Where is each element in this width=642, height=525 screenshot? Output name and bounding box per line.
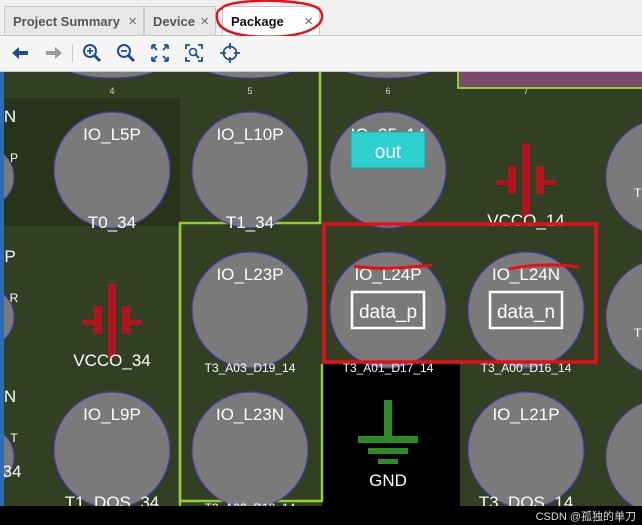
pin-function: T0_34 [88, 213, 136, 232]
package-canvas[interactable]: 4567NPPRNT34T3T3IO_L5PT0_34IO_L10PT1_34I… [4, 72, 642, 506]
left-edge-label: P [10, 151, 18, 165]
toolbar [0, 36, 642, 72]
vcco-symbol [544, 180, 556, 185]
vcco-symbol [94, 306, 102, 334]
vcco-symbol [108, 284, 116, 358]
tab-bar: Project Summary × Device × Package × [0, 0, 642, 39]
left-edge-label: P [4, 247, 15, 266]
port-label: data_p [359, 302, 417, 323]
vcco-symbol [82, 320, 94, 325]
zoom-out-icon[interactable] [114, 41, 138, 65]
column-label: 4 [109, 86, 114, 96]
vcco-symbol [522, 144, 530, 218]
pin-name: IO_L24N [492, 265, 560, 284]
toolbar-separator [72, 44, 73, 62]
tab-label: Device [153, 14, 195, 29]
forward-arrow-icon[interactable] [42, 41, 66, 65]
close-icon[interactable]: × [128, 13, 137, 30]
package-view[interactable]: 4567NPPRNT34T3T3IO_L5PT0_34IO_L10PT1_34I… [4, 72, 642, 506]
column-label: 5 [247, 86, 252, 96]
tab-label: Project Summary [13, 14, 120, 29]
gnd-symbol [378, 459, 398, 464]
tab-project-summary[interactable]: Project Summary × [4, 6, 144, 35]
pin-name: IO_L10P [216, 125, 283, 144]
pin-function: GND [369, 471, 407, 490]
port-label: out [375, 142, 402, 163]
vcco-symbol [508, 166, 516, 194]
close-icon[interactable]: × [200, 13, 209, 30]
gnd-symbol [358, 436, 418, 443]
crosshair-icon[interactable] [218, 41, 242, 65]
zoom-in-icon[interactable] [80, 41, 104, 65]
purple-block [457, 72, 642, 89]
pin-name: IO_L23P [216, 265, 283, 284]
left-edge-label: T [10, 431, 18, 445]
tab-device[interactable]: Device × [144, 6, 216, 35]
gnd-symbol [368, 448, 408, 454]
left-edge-label: 34 [4, 462, 21, 481]
annotation-circle-tab [215, 0, 324, 39]
vcco-symbol [536, 166, 544, 194]
pin-function: VCCO_14 [487, 211, 564, 230]
right-edge-label: T3 [634, 186, 642, 200]
pin-name: IO_L23N [216, 405, 284, 424]
back-arrow-icon[interactable] [8, 41, 32, 65]
status-bar: CSDN @孤独的单刀 [0, 506, 642, 525]
pin-function: T1_34 [226, 213, 274, 232]
left-edge-label: N [4, 387, 16, 406]
fit-view-icon[interactable] [148, 41, 172, 65]
pin-function: T3_DQS_14 [479, 493, 574, 506]
pin-name: IO_L9P [83, 405, 141, 424]
vcco-symbol [122, 306, 130, 334]
column-label: 6 [385, 86, 390, 96]
vcco-symbol [496, 180, 508, 185]
port-label: data_n [497, 302, 555, 323]
pin-function: T1_DQS_34 [65, 493, 160, 506]
left-edge-label: N [4, 107, 16, 126]
left-edge-label: R [10, 291, 19, 305]
right-edge-label: T3 [634, 326, 642, 340]
zoom-area-icon[interactable] [182, 41, 206, 65]
watermark-text: CSDN @孤独的单刀 [535, 511, 636, 523]
pin-function: T3_A03_D19_14 [205, 361, 296, 375]
vcco-symbol [130, 320, 142, 325]
gnd-symbol [384, 400, 392, 440]
pin-name: IO_L21P [492, 405, 559, 424]
pin-function: VCCO_34 [73, 351, 150, 370]
pin-name: IO_L5P [83, 125, 141, 144]
